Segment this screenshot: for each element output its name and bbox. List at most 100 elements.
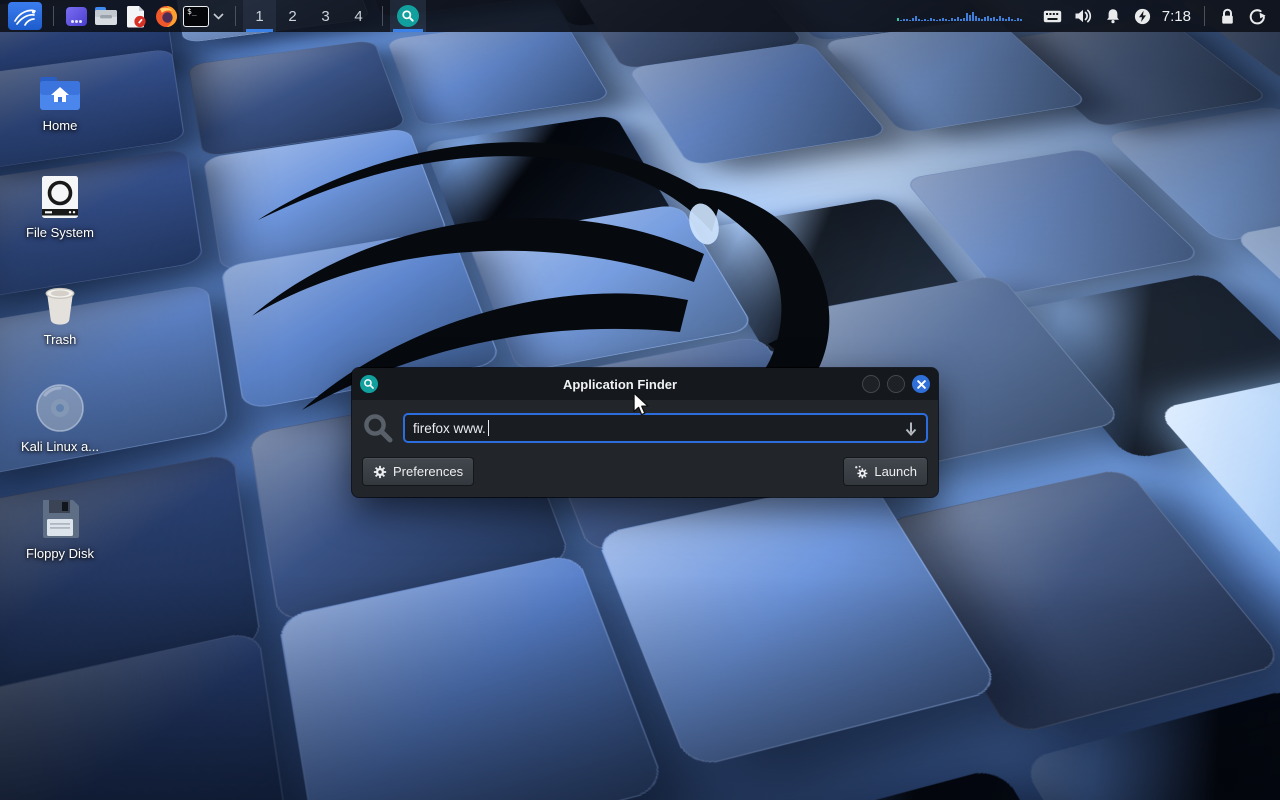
spectrum-bar <box>900 20 902 21</box>
spectrum-bar <box>1002 18 1004 21</box>
lock-icon[interactable] <box>1212 2 1242 30</box>
launcher-firefox[interactable] <box>151 2 181 30</box>
spectrum-bar <box>1008 17 1010 21</box>
spectrum-bar <box>942 18 944 21</box>
close-button[interactable] <box>912 375 930 393</box>
minimize-button[interactable] <box>862 375 880 393</box>
spectrum-bar <box>969 15 971 21</box>
desktop-icon-floppy-disk[interactable]: Floppy Disk <box>12 482 108 561</box>
spectrum-bar <box>999 16 1001 21</box>
panel-separator <box>53 6 54 26</box>
text-editor-icon <box>125 5 147 28</box>
spectrum-bar <box>972 12 974 21</box>
close-icon <box>917 380 926 389</box>
search-input[interactable]: firefox www. <box>403 413 928 443</box>
workspace-button-3[interactable]: 3 <box>309 0 342 32</box>
keyboard-icon[interactable] <box>1038 2 1068 30</box>
workspace-label: 3 <box>321 8 329 25</box>
chevron-down-icon[interactable] <box>213 13 224 20</box>
application-finder-window: Application Finder firefox www. <box>352 368 938 497</box>
launch-button[interactable]: Launch <box>843 457 928 486</box>
spectrum-bar <box>957 17 959 21</box>
titlebar[interactable]: Application Finder <box>352 368 938 400</box>
app-finder-icon <box>360 375 378 393</box>
launcher-terminal[interactable]: $_ <box>181 2 211 30</box>
preferences-button[interactable]: Preferences <box>362 457 474 486</box>
desktop-icon-trash[interactable]: Trash <box>12 268 108 347</box>
spectrum-bar <box>1005 19 1007 21</box>
panel-separator <box>235 6 236 26</box>
spectrum-bar <box>909 20 911 21</box>
maximize-button[interactable] <box>887 375 905 393</box>
spectrum-bar <box>990 18 992 21</box>
wallpaper-cube <box>386 16 611 126</box>
workspace-label: 2 <box>288 8 296 25</box>
spectrum-bar <box>948 20 950 21</box>
run-gear-icon <box>854 465 868 479</box>
launcher-text-editor[interactable] <box>121 2 151 30</box>
desktop-icon-label: File System <box>12 225 108 240</box>
spectrum-bar <box>1017 18 1019 21</box>
spectrum-bar <box>984 17 986 21</box>
workspace-label: 1 <box>255 8 263 25</box>
spectrum-bar <box>915 16 917 21</box>
desktop-icon-label: Kali Linux a... <box>12 439 108 454</box>
firefox-icon <box>155 5 178 28</box>
task-app-finder[interactable] <box>390 0 426 32</box>
panel-separator <box>382 6 383 26</box>
preferences-label: Preferences <box>393 464 463 479</box>
launcher-desktop-app[interactable] <box>61 2 91 30</box>
spectrum-bar <box>966 13 968 21</box>
volume-icon[interactable] <box>1068 2 1098 30</box>
spectrum-bar <box>936 20 938 21</box>
panel-separator <box>1204 6 1205 26</box>
app-finder-icon <box>397 5 419 27</box>
desktop-icon-kali-linux[interactable]: Kali Linux a... <box>12 375 108 454</box>
launch-label: Launch <box>874 464 917 479</box>
workspace-label: 4 <box>354 8 362 25</box>
text-caret <box>488 420 490 436</box>
button-row-spacer <box>474 457 843 486</box>
desktop-icon-file-system[interactable]: File System <box>12 161 108 240</box>
spectrum-bar <box>912 18 914 21</box>
spectrum-bar <box>960 19 962 21</box>
kali-menu-button[interactable] <box>8 2 42 30</box>
spectrum-bar <box>906 19 908 21</box>
spectrum-bar <box>954 19 956 21</box>
launcher-file-manager[interactable] <box>91 2 121 30</box>
window-title: Application Finder <box>378 377 862 392</box>
trash-icon <box>40 282 80 326</box>
desktop-icon-label: Home <box>12 118 108 133</box>
desktop-icon-label: Floppy Disk <box>12 546 108 561</box>
clock[interactable]: 7:18 <box>1162 8 1191 25</box>
notifications-icon[interactable] <box>1098 2 1128 30</box>
logout-icon[interactable] <box>1242 2 1272 30</box>
spectrum-bar <box>1011 19 1013 21</box>
spectrum-bar <box>939 19 941 21</box>
spectrum-bar <box>993 17 995 21</box>
home-folder-icon <box>38 76 82 112</box>
hard-disk-icon <box>40 175 80 219</box>
workspace-button-2[interactable]: 2 <box>276 0 309 32</box>
optical-disc-icon <box>35 383 85 433</box>
floppy-disk-icon <box>39 498 81 540</box>
desktop-icon-home[interactable]: Home <box>12 54 108 133</box>
spectrum-bar <box>921 20 923 21</box>
workspace-button-4[interactable]: 4 <box>342 0 375 32</box>
spectrum-bar <box>1014 20 1016 21</box>
system-tray: 7:18 <box>1038 2 1272 30</box>
spectrum-bar <box>1020 19 1022 21</box>
desktop-icon-label: Trash <box>12 332 108 347</box>
kali-menu-icon <box>13 5 37 27</box>
workspace-button-1[interactable]: 1 <box>243 0 276 32</box>
spectrum-bar <box>897 18 899 21</box>
spectrum-bar <box>996 19 998 21</box>
dropdown-arrow-icon[interactable] <box>904 421 918 436</box>
search-icon <box>362 412 394 444</box>
audio-spectrum-monitor <box>897 11 1022 21</box>
spectrum-bar <box>975 16 977 21</box>
top-panel: $_ 1 2 3 4 <box>0 0 1280 32</box>
power-manager-icon[interactable] <box>1128 2 1158 30</box>
spectrum-bar <box>930 18 932 21</box>
spectrum-bar <box>987 16 989 21</box>
